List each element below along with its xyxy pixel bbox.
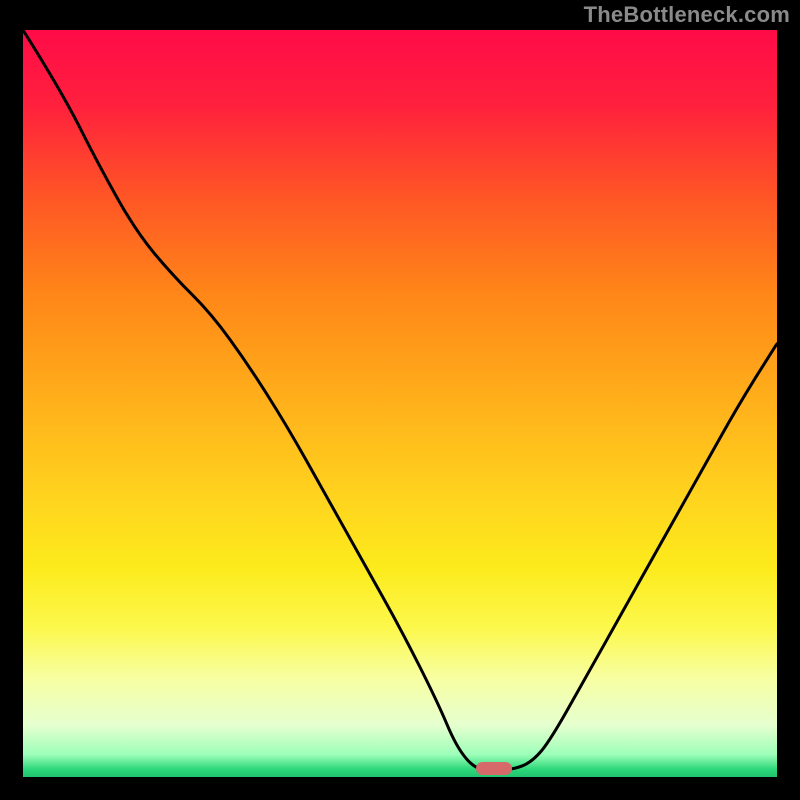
watermark-text: TheBottleneck.com xyxy=(584,2,790,28)
optimal-marker xyxy=(476,762,512,775)
bottleneck-curve xyxy=(23,30,777,777)
chart-frame: TheBottleneck.com xyxy=(0,0,800,800)
curve-path xyxy=(23,30,777,770)
plot-area xyxy=(23,30,777,777)
